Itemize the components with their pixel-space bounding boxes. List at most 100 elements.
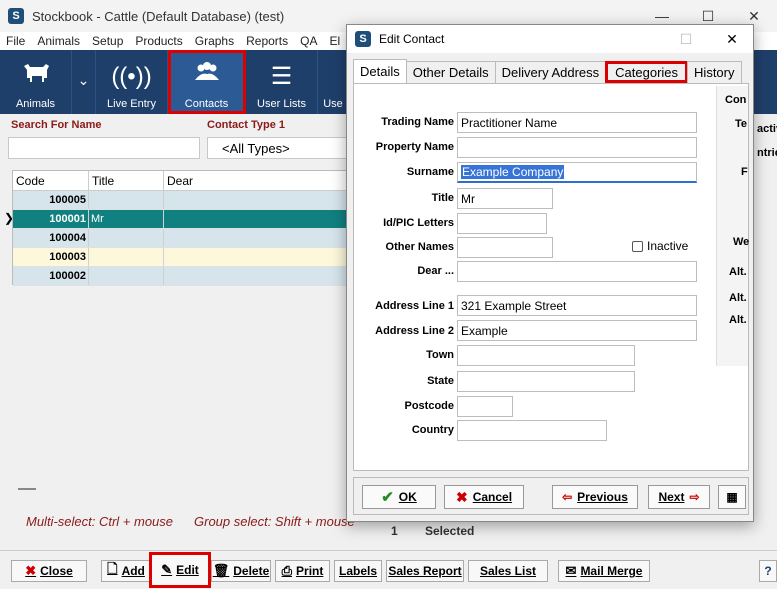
menu-el[interactable]: El [323, 34, 346, 48]
contacts-button[interactable]: Contacts [168, 50, 246, 114]
town-field[interactable] [457, 345, 635, 366]
edit-document-icon: ✎ [161, 562, 173, 577]
menu-qa[interactable]: QA [294, 34, 323, 48]
next-button[interactable]: Next ⇨ [648, 485, 710, 509]
table-header: Code Title Dear [13, 171, 351, 191]
qr-code-icon: ▦ [726, 490, 738, 504]
dialog-tabs: Details Other Details Delivery Address C… [353, 59, 742, 83]
printer-icon: ⎙ [281, 563, 293, 578]
address1-field[interactable]: 321 Example Street [457, 295, 697, 316]
address1-value: 321 Example Street [461, 298, 567, 313]
table-row[interactable]: 100004 [13, 229, 351, 248]
table-row[interactable]: 100002 [13, 267, 351, 286]
ok-button[interactable]: ✔ OK [362, 485, 436, 509]
contacts-label: Contacts [184, 98, 229, 110]
dialog-title-bar: S Edit Contact ☐ ✕ [347, 25, 753, 53]
trading-name-field[interactable]: Practitioner Name [457, 112, 697, 133]
checkmark-icon: ✔ [381, 489, 394, 506]
address2-field[interactable]: Example [457, 320, 697, 341]
window-title: Stockbook - Cattle (Default Database) (t… [32, 8, 285, 24]
id-pic-field[interactable] [457, 213, 547, 234]
edit-button[interactable]: ✎ Edit [149, 552, 211, 588]
surname-field[interactable]: Example Company [457, 162, 697, 183]
bottom-toolbar: ✖ Close 🗋 Add ✎ Edit 🗑 Delete ⎙ Print La… [0, 550, 777, 589]
dialog-title: Edit Contact [379, 32, 445, 46]
side-alt3-label: Alt. [729, 314, 747, 326]
title-field[interactable]: Mr [457, 188, 553, 209]
sales-report-label: Sales Report [388, 564, 462, 578]
menu-reports[interactable]: Reports [240, 34, 294, 48]
postcode-field[interactable] [457, 396, 513, 417]
cell-title [89, 191, 164, 209]
stockbook-logo-icon: S [8, 8, 24, 24]
print-button[interactable]: ⎙ Print [275, 560, 330, 582]
sales-list-button[interactable]: Sales List [468, 560, 548, 582]
live-entry-button[interactable]: ((•)) Live Entry [96, 50, 168, 114]
address1-label: Address Line 1 [375, 300, 454, 312]
toolbar-dropdown[interactable]: ⌄ [72, 50, 96, 114]
cell-code: 100002 [13, 267, 89, 285]
add-button[interactable]: 🗋 Add [101, 560, 151, 582]
dialog-footer: ✔ OK ✖ Cancel ⇦ Previous Next ⇨ ▦ [353, 477, 749, 515]
user-partial-button[interactable]: Use [318, 50, 348, 114]
menu-products[interactable]: Products [129, 34, 188, 48]
property-name-field[interactable] [457, 137, 697, 158]
edit-contact-dialog: S Edit Contact ☐ ✕ Details Other Details… [346, 24, 754, 522]
menu-file[interactable]: File [0, 34, 31, 48]
tab-other-details[interactable]: Other Details [405, 61, 496, 83]
labels-button[interactable]: Labels [334, 560, 382, 582]
tab-history[interactable]: History [687, 61, 742, 83]
dear-field[interactable] [457, 261, 697, 282]
cell-dear [164, 267, 351, 285]
cancel-button[interactable]: ✖ Cancel [444, 485, 524, 509]
help-button[interactable]: ? [759, 560, 777, 582]
tab-categories[interactable]: Categories [605, 61, 689, 83]
table-row[interactable]: 100001 Mr [13, 210, 351, 229]
other-names-label: Other Names [385, 241, 454, 253]
sales-report-button[interactable]: Sales Report [386, 560, 464, 582]
cell-title [89, 229, 164, 247]
cell-dear [164, 248, 351, 266]
table-row[interactable]: 100005 [13, 191, 351, 210]
animals-button[interactable]: Animals [0, 50, 72, 114]
state-field[interactable] [457, 371, 635, 392]
header-dear[interactable]: Dear [164, 171, 351, 190]
title-value: Mr [461, 191, 475, 206]
barcode-button[interactable]: ▦ [718, 485, 746, 509]
close-button[interactable]: ✖ Close [11, 560, 87, 582]
contact-type-select[interactable]: <All Types> [207, 137, 349, 159]
arrow-left-icon: ⇦ [562, 490, 573, 504]
search-input[interactable] [8, 137, 200, 159]
country-field[interactable] [457, 420, 607, 441]
table-row[interactable]: 100003 [13, 248, 351, 267]
surname-label: Surname [406, 166, 454, 178]
menu-animals[interactable]: Animals [31, 34, 86, 48]
id-pic-label: Id/PIC Letters [383, 217, 454, 229]
country-label: Country [411, 424, 454, 436]
header-title[interactable]: Title [89, 171, 164, 190]
cell-dear [164, 229, 351, 247]
user-lists-button[interactable]: ☰ User Lists [246, 50, 318, 114]
splitter-handle[interactable] [18, 488, 36, 490]
new-document-icon: 🗋 [107, 561, 118, 576]
side-alt2-label: Alt. [729, 292, 747, 304]
list-icon: ☰ [270, 63, 293, 90]
menu-graphs[interactable]: Graphs [189, 34, 240, 48]
people-icon [192, 60, 222, 92]
tab-details[interactable]: Details [353, 59, 407, 83]
mail-merge-button[interactable]: ✉ Mail Merge [558, 560, 650, 582]
x-icon: ✖ [25, 563, 37, 578]
previous-button[interactable]: ⇦ Previous [552, 485, 638, 509]
inactive-checkbox[interactable]: Inactive [632, 239, 688, 253]
delete-button[interactable]: 🗑 Delete [211, 560, 271, 582]
delete-label: Delete [233, 564, 270, 578]
user-partial-label: Use [323, 98, 343, 110]
trading-name-label: Trading Name [381, 116, 454, 128]
header-code[interactable]: Code [13, 171, 89, 190]
other-names-field[interactable] [457, 237, 553, 258]
cell-dear [164, 210, 351, 228]
dialog-close-button[interactable]: ✕ [709, 25, 755, 53]
tab-delivery-address[interactable]: Delivery Address [494, 61, 607, 83]
inactive-label: Inactive [647, 239, 689, 253]
menu-setup[interactable]: Setup [86, 34, 129, 48]
